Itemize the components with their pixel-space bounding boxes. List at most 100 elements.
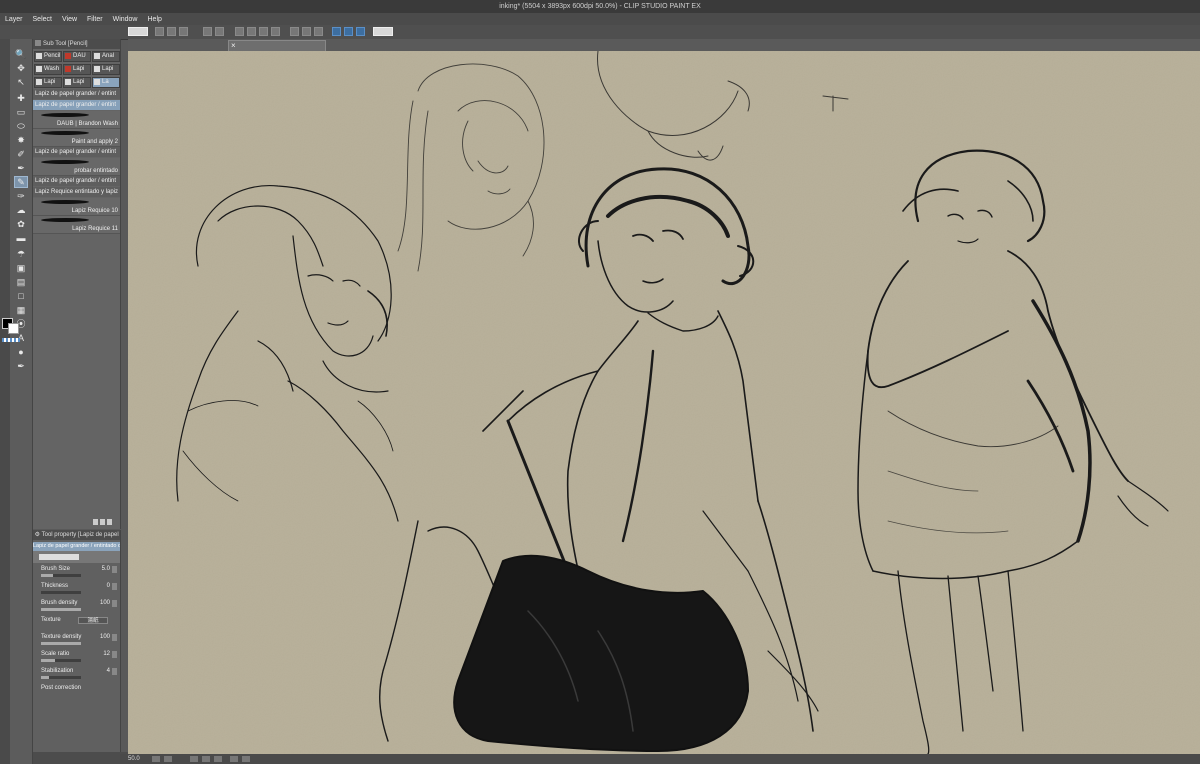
figure-tool-icon[interactable]: □ xyxy=(15,291,27,301)
sub-tool-group[interactable]: Pencil xyxy=(34,51,62,62)
brush-item[interactable]: Lapiz de papel grander / entint xyxy=(33,100,120,110)
property-slider[interactable] xyxy=(41,608,81,611)
sub-tool-group[interactable]: Lapi xyxy=(92,64,120,75)
decoration-tool-icon[interactable]: ✿ xyxy=(15,219,27,229)
airbrush-tool-icon[interactable]: ☁ xyxy=(15,205,27,215)
reset-rotation-icon[interactable] xyxy=(214,756,222,762)
property-slider[interactable] xyxy=(41,574,81,577)
clear-outside-icon[interactable] xyxy=(247,27,256,36)
clip-studio-icon[interactable] xyxy=(128,27,148,36)
property-slider[interactable] xyxy=(41,676,81,679)
spinner-icon[interactable] xyxy=(112,634,117,641)
brush-item[interactable]: Lapiz de papel grander / entint xyxy=(33,176,120,186)
spinner-icon[interactable] xyxy=(112,651,117,658)
undo-icon[interactable] xyxy=(203,27,212,36)
property-value[interactable]: 100 xyxy=(100,600,110,606)
auto-select-tool-icon[interactable]: ✸ xyxy=(15,135,27,145)
pencil-icon xyxy=(65,53,71,59)
move-tool-icon[interactable]: ✥ xyxy=(15,63,27,73)
flip-vertical-icon[interactable] xyxy=(242,756,250,762)
brush-item[interactable]: Lapiz Requice 10 xyxy=(33,198,120,216)
spinner-icon[interactable] xyxy=(112,583,117,590)
panel-menu-icon[interactable] xyxy=(35,40,41,47)
rotate-left-icon[interactable] xyxy=(190,756,198,762)
transparent-color-swatch[interactable] xyxy=(2,338,20,342)
brush-item[interactable]: Lapiz de papel grander / entint xyxy=(33,147,120,157)
sub-color-swatch[interactable] xyxy=(8,323,19,334)
snap-grid-icon[interactable] xyxy=(356,27,365,36)
property-value[interactable]: 4 xyxy=(107,668,110,674)
property-slider[interactable] xyxy=(41,659,81,662)
document-tab[interactable]: × xyxy=(228,40,326,51)
open-file-icon[interactable] xyxy=(167,27,176,36)
create-sub-tool-icon[interactable] xyxy=(93,519,98,525)
delete-sub-tool-icon[interactable] xyxy=(107,519,112,525)
blend-tool-icon[interactable]: ☂ xyxy=(15,249,27,259)
frame-border-tool-icon[interactable]: ▦ xyxy=(15,305,27,315)
zoom-value: 50.0 xyxy=(128,756,140,762)
lasso-tool-icon[interactable]: ⬭ xyxy=(15,121,27,131)
texture-select-button[interactable]: 湯紙 xyxy=(78,617,108,624)
balloon-tool-icon[interactable]: ● xyxy=(15,347,27,357)
fill-tool-icon[interactable]: ▣ xyxy=(15,263,27,273)
zoom-out-icon[interactable] xyxy=(152,756,160,762)
menu-view[interactable]: View xyxy=(57,16,82,23)
sub-tool-group[interactable]: DAU xyxy=(63,51,91,62)
show-selection-icon[interactable] xyxy=(314,27,323,36)
property-slider[interactable] xyxy=(41,642,81,645)
copy-sub-tool-icon[interactable] xyxy=(100,519,105,525)
pencil-tool-icon[interactable]: ✎ xyxy=(14,176,28,188)
drawing-canvas[interactable] xyxy=(128,51,1200,754)
property-value[interactable]: 0 xyxy=(107,583,110,589)
zoom-tool-icon[interactable]: 🔍 xyxy=(15,49,27,59)
operation-tool-icon[interactable]: ↖ xyxy=(15,77,27,87)
transform-icon[interactable] xyxy=(271,27,280,36)
brush-item[interactable]: DAUB | Brandon Wash xyxy=(33,111,120,129)
brush-item[interactable]: Paint and apply 2 xyxy=(33,129,120,147)
property-slider[interactable] xyxy=(41,591,81,594)
spinner-icon[interactable] xyxy=(112,566,117,573)
brush-tool-icon[interactable]: ✑ xyxy=(15,191,27,201)
pen-tool-icon[interactable]: ✒ xyxy=(15,163,27,173)
snap-ruler-icon[interactable] xyxy=(332,27,341,36)
brush-item[interactable]: probar entintado xyxy=(33,158,120,176)
eraser-tool-icon[interactable]: ▬ xyxy=(15,233,27,243)
rotate-right-icon[interactable] xyxy=(202,756,210,762)
close-icon[interactable]: × xyxy=(231,41,236,50)
sub-tool-group[interactable]: Lapi xyxy=(63,77,91,88)
eyedropper-tool-icon[interactable]: ✐ xyxy=(15,149,27,159)
deselect-icon[interactable] xyxy=(290,27,299,36)
brush-item[interactable]: Lapiz Requice entintado y lapiz xyxy=(33,187,120,197)
sub-tool-group[interactable]: Wash xyxy=(34,64,62,75)
sub-tool-group[interactable]: La xyxy=(92,77,120,88)
selection-tool-icon[interactable]: ▭ xyxy=(15,107,27,117)
brush-item[interactable]: Lapiz de papel grander / entint xyxy=(33,89,120,99)
menu-window[interactable]: Window xyxy=(108,16,143,23)
new-file-icon[interactable] xyxy=(155,27,164,36)
correct-line-tool-icon[interactable]: ✒ xyxy=(15,361,27,371)
menu-layer[interactable]: Layer xyxy=(0,16,28,23)
brush-item[interactable]: Lapiz Requice 11 xyxy=(33,216,120,234)
spinner-icon[interactable] xyxy=(112,600,117,607)
spinner-icon[interactable] xyxy=(112,668,117,675)
property-value[interactable]: 12 xyxy=(103,651,110,657)
redo-icon[interactable] xyxy=(215,27,224,36)
save-icon[interactable] xyxy=(179,27,188,36)
menu-filter[interactable]: Filter xyxy=(82,16,108,23)
flip-horizontal-icon[interactable] xyxy=(230,756,238,762)
layer-move-tool-icon[interactable]: ✚ xyxy=(15,93,27,103)
menu-help[interactable]: Help xyxy=(143,16,167,23)
invert-selection-icon[interactable] xyxy=(302,27,311,36)
zoom-in-icon[interactable] xyxy=(164,756,172,762)
sub-tool-group[interactable]: Lapi xyxy=(34,77,62,88)
help-icon[interactable] xyxy=(373,27,393,36)
property-value[interactable]: 5.0 xyxy=(102,566,110,572)
sub-tool-group[interactable]: Lapi xyxy=(63,64,91,75)
property-value[interactable]: 100 xyxy=(100,634,110,640)
clear-icon[interactable] xyxy=(235,27,244,36)
fill-icon[interactable] xyxy=(259,27,268,36)
sub-tool-group[interactable]: Anal xyxy=(92,51,120,62)
menu-select[interactable]: Select xyxy=(28,16,57,23)
gradient-tool-icon[interactable]: ▤ xyxy=(15,277,27,287)
snap-guide-icon[interactable] xyxy=(344,27,353,36)
